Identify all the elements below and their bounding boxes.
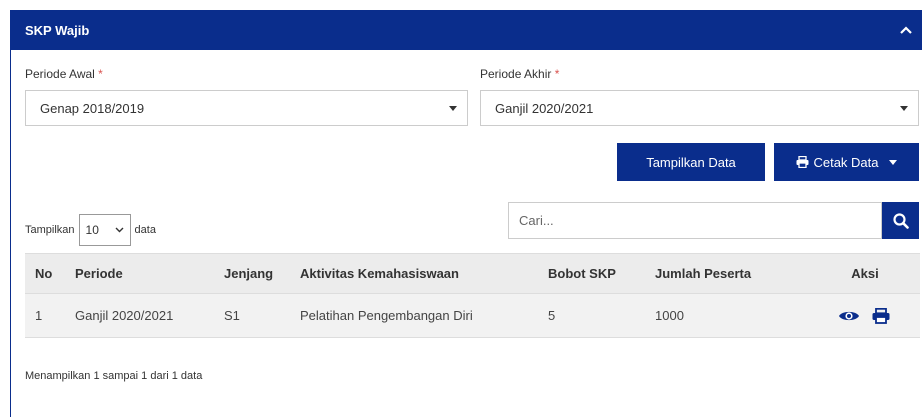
print-icon[interactable]	[870, 307, 892, 325]
skp-wajib-panel: SKP Wajib Periode Awal * Genap 2018/2019…	[10, 10, 922, 417]
periode-awal-select[interactable]: Genap 2018/2019	[25, 90, 468, 126]
periode-akhir-value: Ganjil 2020/2021	[495, 100, 594, 116]
periode-akhir-select[interactable]: Ganjil 2020/2021	[480, 90, 919, 126]
required-mark: *	[554, 67, 560, 81]
skp-table: No Periode Jenjang Aktivitas Kemahasiswa…	[25, 253, 920, 338]
required-mark: *	[98, 67, 103, 81]
cell-peserta: 1000	[645, 293, 810, 338]
periode-awal-label: Periode Awal *	[25, 67, 103, 81]
col-header-periode: Periode	[65, 253, 214, 294]
search-icon	[892, 212, 909, 229]
col-header-aksi: Aksi	[810, 253, 920, 294]
page-length-control: Tampilkan 10 data	[25, 214, 156, 246]
caret-down-icon	[888, 159, 897, 165]
search-button[interactable]	[882, 202, 919, 239]
show-data-button[interactable]: Tampilkan Data	[617, 143, 765, 181]
chevron-down-icon	[115, 227, 124, 233]
panel-header: SKP Wajib	[11, 10, 922, 50]
cell-jenjang: S1	[214, 293, 290, 338]
table-row: 1 Ganjil 2020/2021 S1 Pelatihan Pengemba…	[25, 293, 920, 338]
search-input[interactable]	[508, 202, 882, 239]
panel-title: SKP Wajib	[25, 22, 90, 38]
cell-bobot: 5	[538, 293, 645, 338]
print-data-button[interactable]: Cetak Data	[774, 143, 919, 181]
col-header-jenjang: Jenjang	[214, 253, 290, 294]
col-header-no: No	[25, 253, 65, 294]
cell-no: 1	[25, 293, 65, 338]
eye-icon[interactable]	[838, 307, 860, 325]
chevron-up-icon[interactable]	[898, 22, 914, 38]
caret-down-icon	[900, 105, 908, 111]
page-length-select[interactable]: 10	[78, 214, 131, 246]
col-header-peserta: Jumlah Peserta	[645, 253, 810, 294]
cell-aktivitas: Pelatihan Pengembangan Diri	[290, 293, 538, 338]
table-info: Menampilkan 1 sampai 1 dari 1 data	[25, 370, 203, 382]
cell-periode: Ganjil 2020/2021	[65, 293, 214, 338]
col-header-bobot: Bobot SKP	[538, 253, 645, 294]
print-icon	[796, 156, 809, 168]
cell-aksi	[810, 293, 920, 338]
table-header-row: No Periode Jenjang Aktivitas Kemahasiswa…	[25, 253, 920, 294]
col-header-aktivitas: Aktivitas Kemahasiswaan	[290, 253, 538, 294]
caret-down-icon	[449, 105, 457, 111]
periode-awal-value: Genap 2018/2019	[40, 100, 145, 116]
periode-akhir-label: Periode Akhir *	[480, 67, 560, 81]
